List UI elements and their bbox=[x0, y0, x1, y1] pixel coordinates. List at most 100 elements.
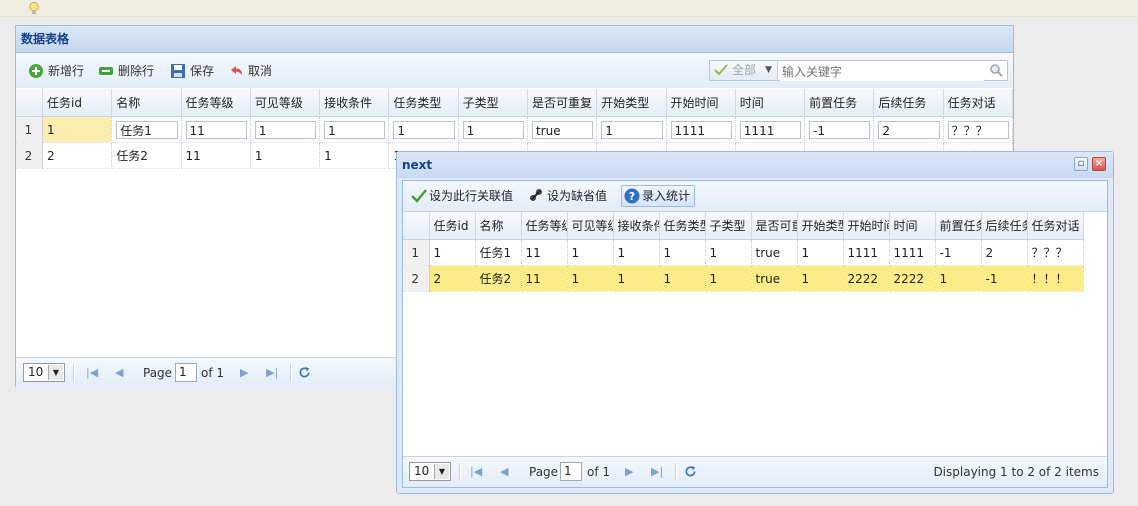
table-cell[interactable]: 1 bbox=[458, 116, 528, 143]
table-cell[interactable]: 11 bbox=[521, 265, 568, 292]
table-cell[interactable]: -1 bbox=[981, 265, 1028, 292]
table-cell[interactable]: true bbox=[527, 116, 598, 143]
cell-editor[interactable]: 1111 bbox=[670, 120, 732, 139]
table-cell[interactable]: true bbox=[751, 239, 798, 266]
table-cell[interactable]: ？？？ bbox=[943, 116, 1014, 143]
column-header[interactable]: 可见等级 bbox=[250, 89, 321, 117]
table-cell[interactable]: 1 bbox=[659, 239, 706, 266]
table-cell[interactable]: 1 bbox=[613, 239, 660, 266]
cell-editor[interactable]: true bbox=[531, 120, 594, 139]
table-cell[interactable]: 1 bbox=[705, 239, 752, 266]
table-cell[interactable]: 11 bbox=[181, 142, 251, 169]
table-cell[interactable]: 1 bbox=[596, 116, 667, 143]
column-header[interactable]: 任务id bbox=[429, 212, 476, 240]
table-cell[interactable]: ？？？ bbox=[1027, 239, 1084, 266]
cancel-button[interactable]: 取消 bbox=[228, 62, 272, 80]
cell-editor[interactable]: 1 bbox=[324, 120, 386, 139]
save-button[interactable]: 保存 bbox=[170, 62, 214, 80]
cell-editor[interactable]: ？？？ bbox=[947, 120, 1009, 139]
prev-page-icon[interactable]: ◀ bbox=[500, 465, 508, 478]
first-page-icon[interactable]: |◀ bbox=[470, 465, 482, 478]
column-header[interactable]: 任务对话 bbox=[1027, 212, 1084, 240]
table-cell[interactable]: 1 bbox=[567, 265, 614, 292]
table-cell[interactable]: 2222 bbox=[889, 265, 936, 292]
table-cell[interactable]: 2 bbox=[873, 116, 944, 143]
column-header[interactable]: 是否可重复 bbox=[751, 212, 798, 240]
table-row-selected[interactable]: 2 2 任务2 11 1 1 1 1 true 1 2222 2222 1 -1… bbox=[403, 265, 1084, 292]
cell-editor[interactable]: 11 bbox=[185, 120, 247, 139]
delete-row-button[interactable]: 删除行 bbox=[98, 62, 154, 80]
next-page-icon[interactable]: ▶ bbox=[625, 465, 633, 478]
table-cell[interactable]: 1 bbox=[659, 265, 706, 292]
table-cell[interactable]: 1 bbox=[250, 116, 321, 143]
column-header[interactable]: 开始时间 bbox=[843, 212, 890, 240]
column-header[interactable]: 子类型 bbox=[705, 212, 752, 240]
table-cell[interactable]: true bbox=[751, 265, 798, 292]
column-header[interactable]: 开始时间 bbox=[666, 89, 736, 117]
table-cell[interactable]: 1 bbox=[705, 265, 752, 292]
column-header[interactable]: 可见等级 bbox=[567, 212, 614, 240]
page-size-select[interactable]: 10 ▼ bbox=[409, 462, 451, 481]
table-cell[interactable]: -1 bbox=[804, 116, 875, 143]
column-header[interactable]: 任务对话 bbox=[943, 89, 1014, 117]
last-page-icon[interactable]: ▶| bbox=[651, 465, 663, 478]
table-cell[interactable]: 1111 bbox=[735, 116, 806, 143]
column-header[interactable]: 任务类型 bbox=[659, 212, 706, 240]
table-cell[interactable]: 任务1 bbox=[111, 116, 182, 143]
cell-editor[interactable]: 1 bbox=[254, 120, 317, 139]
table-cell[interactable]: 2 bbox=[429, 265, 476, 292]
add-row-button[interactable]: 新增行 bbox=[28, 62, 84, 80]
table-cell[interactable]: 1 bbox=[388, 116, 459, 143]
set-relation-button[interactable]: 设为此行关联值 bbox=[409, 186, 517, 206]
column-header[interactable]: 任务类型 bbox=[388, 89, 459, 117]
column-header[interactable]: 前置任务 bbox=[804, 89, 875, 117]
table-cell[interactable]: -1 bbox=[935, 239, 982, 266]
maximize-button[interactable]: ▫ bbox=[1074, 157, 1088, 171]
search-input[interactable] bbox=[780, 62, 984, 81]
table-cell[interactable]: 2 bbox=[42, 142, 113, 169]
column-header[interactable]: 时间 bbox=[889, 212, 936, 240]
column-header[interactable]: 后续任务 bbox=[873, 89, 944, 117]
column-header[interactable]: 接收条件 bbox=[319, 89, 390, 117]
last-page-icon[interactable]: ▶| bbox=[266, 366, 278, 379]
table-cell[interactable]: 2 bbox=[981, 239, 1028, 266]
table-cell[interactable]: 1 bbox=[42, 116, 113, 143]
search-scope-select[interactable]: 全部 ▼ bbox=[710, 61, 778, 80]
column-header[interactable]: 前置任务 bbox=[935, 212, 982, 240]
table-cell[interactable]: 1 bbox=[797, 265, 844, 292]
cell-editor[interactable]: 任务1 bbox=[116, 120, 178, 139]
prev-page-icon[interactable]: ◀ bbox=[115, 366, 123, 379]
column-header[interactable]: 接收条件 bbox=[613, 212, 660, 240]
column-header[interactable]: 时间 bbox=[735, 89, 806, 117]
table-cell[interactable]: ！！！ bbox=[1027, 265, 1084, 292]
lightbulb-icon[interactable] bbox=[28, 2, 40, 15]
column-header[interactable]: 子类型 bbox=[458, 89, 528, 117]
column-header[interactable]: 后续任务 bbox=[981, 212, 1028, 240]
cell-editor[interactable]: 1 bbox=[462, 120, 524, 139]
table-cell[interactable]: 1 bbox=[613, 265, 660, 292]
cell-editor[interactable]: 1 bbox=[393, 120, 455, 139]
table-cell[interactable]: 1 bbox=[567, 239, 614, 266]
column-header[interactable]: 是否可重复 bbox=[527, 89, 598, 117]
table-cell[interactable]: 1 bbox=[319, 142, 390, 169]
next-page-icon[interactable]: ▶ bbox=[240, 366, 248, 379]
table-cell[interactable]: 1111 bbox=[666, 116, 736, 143]
table-cell[interactable]: 1 bbox=[319, 116, 390, 143]
column-header[interactable]: 开始类型 bbox=[596, 89, 667, 117]
table-cell[interactable]: 任务1 bbox=[475, 239, 522, 266]
cell-editor[interactable]: 1111 bbox=[739, 120, 802, 139]
page-number-input[interactable]: 1 bbox=[175, 363, 197, 382]
first-page-icon[interactable]: |◀ bbox=[86, 366, 98, 379]
close-button[interactable]: × bbox=[1092, 157, 1106, 171]
table-cell[interactable]: 任务2 bbox=[475, 265, 522, 292]
cell-editor[interactable]: 1 bbox=[601, 120, 663, 139]
column-header[interactable]: 开始类型 bbox=[797, 212, 844, 240]
table-cell[interactable]: 1 bbox=[797, 239, 844, 266]
page-size-select[interactable]: 10 ▼ bbox=[23, 363, 65, 382]
table-cell[interactable]: 1 bbox=[935, 265, 982, 292]
table-cell[interactable]: 任务2 bbox=[111, 142, 182, 169]
column-header[interactable]: 任务等级 bbox=[521, 212, 568, 240]
refresh-icon[interactable] bbox=[684, 465, 697, 478]
set-default-button[interactable]: 设为缺省值 bbox=[527, 186, 611, 206]
page-number-input[interactable]: 1 bbox=[560, 462, 582, 481]
